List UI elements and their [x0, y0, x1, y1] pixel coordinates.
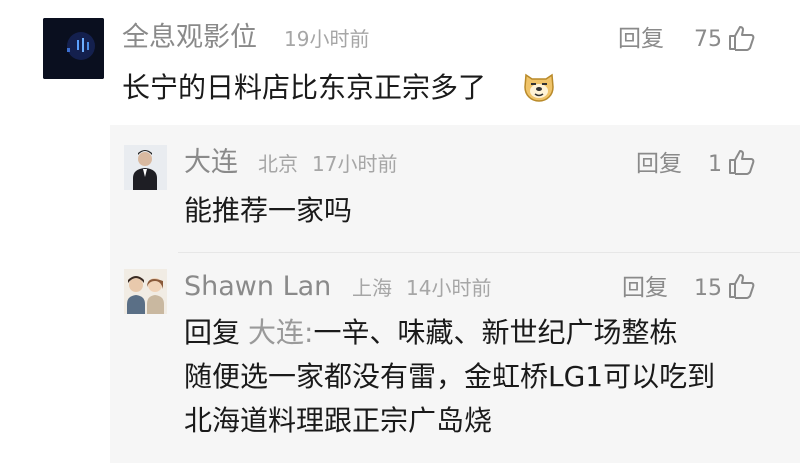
like-count[interactable]: 15: [690, 278, 722, 300]
comment-author[interactable]: 全息观影位: [122, 24, 257, 51]
thumbs-up-icon[interactable]: [727, 272, 757, 300]
reply-author[interactable]: Shawn Lan: [184, 273, 331, 300]
reply-button[interactable]: 回复: [636, 153, 682, 176]
doge-emoji-icon: [521, 67, 557, 103]
reply-text: 能推荐一家吗: [184, 194, 353, 227]
reply-button[interactable]: 回复: [618, 28, 664, 51]
reply-text-line2: 随便选一家都没有雷，金虹桥LG1可以吃到: [184, 360, 716, 393]
reply-avatar[interactable]: [124, 269, 167, 314]
like-count[interactable]: 75: [690, 29, 722, 51]
reply-avatar[interactable]: [124, 145, 167, 190]
avatar[interactable]: [43, 18, 104, 79]
comment-text: 长宁的日料店比东京正宗多了: [122, 71, 487, 104]
like-count[interactable]: 1: [700, 154, 722, 176]
reply-location: 北京: [258, 152, 298, 176]
comment-time: 19小时前: [284, 27, 370, 51]
reply-prefix: 回复: [184, 316, 241, 349]
reply-author[interactable]: 大连: [184, 149, 238, 176]
reply-text-line3: 北海道料理跟正宗广岛烧: [184, 404, 493, 437]
reply-avatar-image: [124, 145, 167, 190]
thumbs-up-icon[interactable]: [727, 24, 757, 52]
mention-link[interactable]: 大连:: [248, 316, 313, 349]
reply-text-line1: 回复 大连:一辛、味藏、新世纪广场整栋: [184, 312, 677, 354]
avatar-image: [43, 18, 104, 79]
reply-button[interactable]: 回复: [622, 277, 668, 300]
reply-location: 上海: [352, 276, 392, 300]
divider: [178, 252, 800, 253]
reply-time: 14小时前: [406, 276, 492, 300]
reply-text: 一辛、味藏、新世纪广场整栋: [313, 316, 678, 349]
reply-avatar-image: [124, 269, 167, 314]
thumbs-up-icon[interactable]: [727, 148, 757, 176]
reply-time: 17小时前: [312, 152, 398, 176]
